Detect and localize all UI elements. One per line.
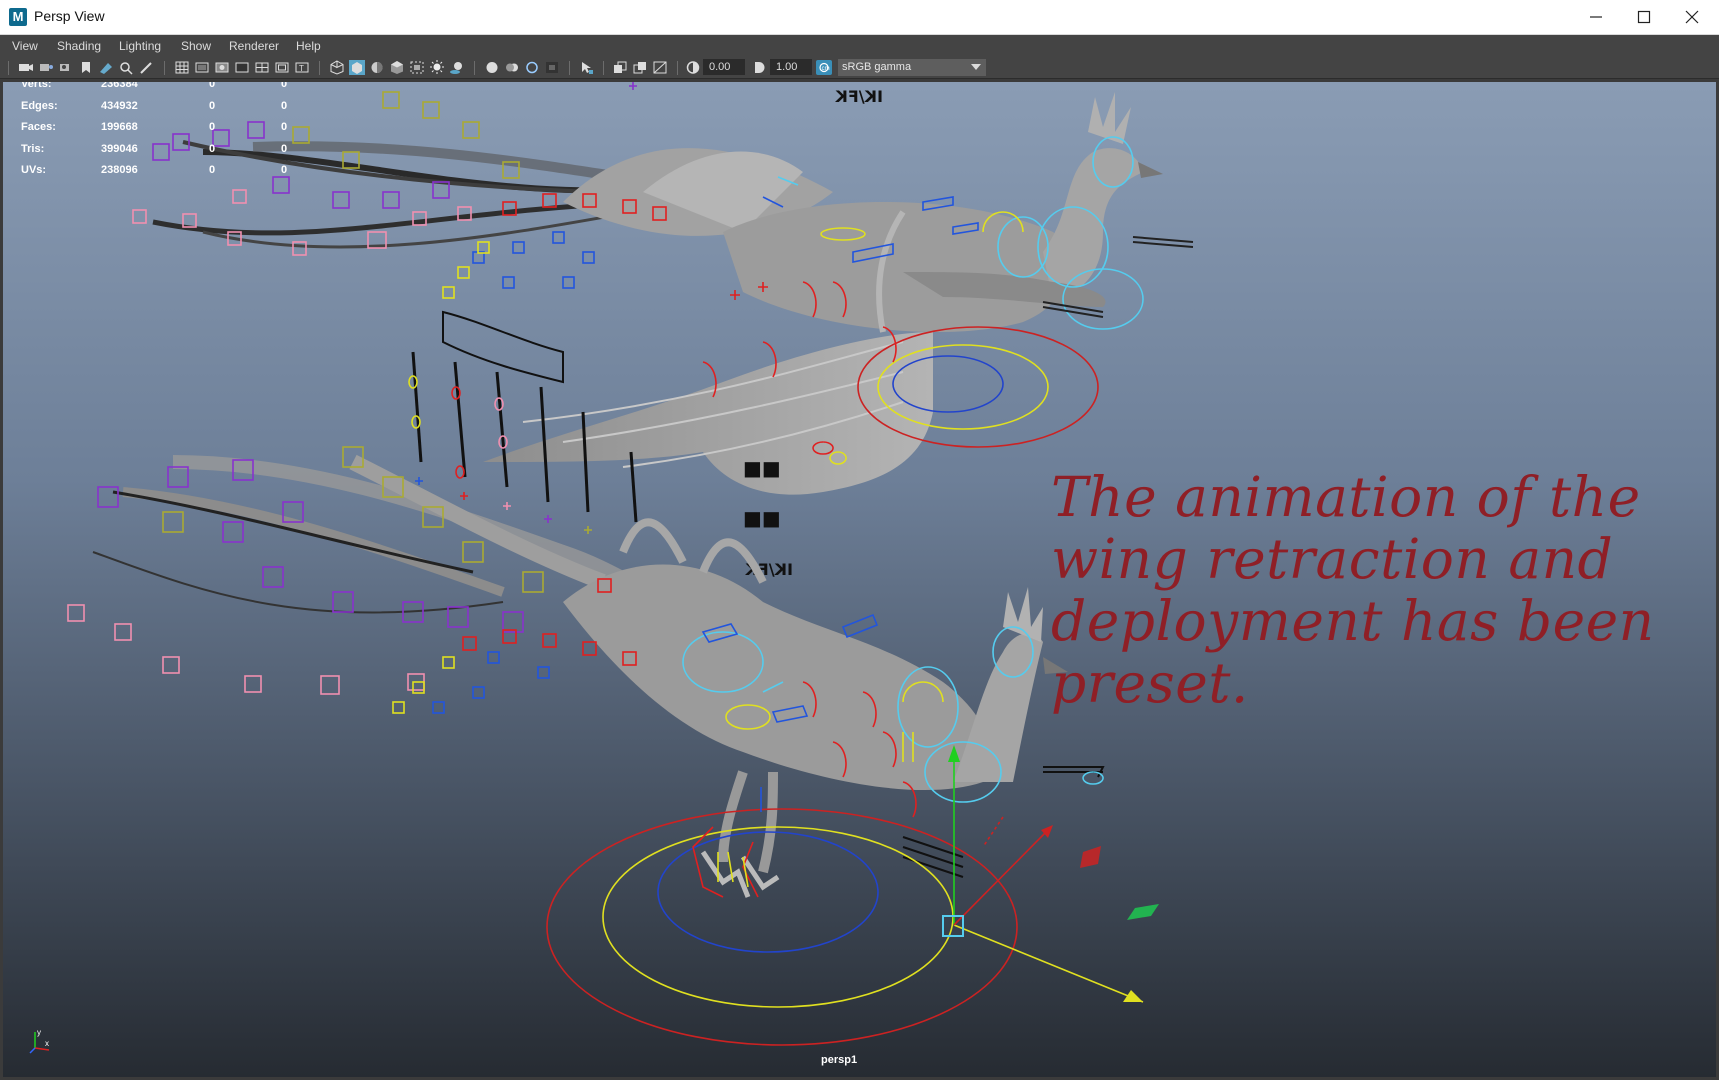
toolbar-separator (319, 61, 320, 75)
hud-value: 399046 (101, 142, 138, 155)
anti-aliasing-icon[interactable] (524, 60, 540, 75)
hud-value: 434932 (101, 99, 138, 112)
safe-title-icon[interactable]: T (294, 60, 310, 75)
hud-value-3: 0 (281, 142, 288, 155)
hud-toggle-icon[interactable] (612, 60, 628, 75)
ctrl-label-a: ■■ (743, 456, 781, 480)
hud-label: Faces: (21, 121, 56, 133)
menu-view[interactable]: View (12, 39, 38, 53)
camera-name-label: persp1 (821, 1054, 858, 1066)
camera-attributes-icon[interactable] (38, 60, 54, 75)
safe-action-icon[interactable] (274, 60, 290, 75)
hud-value: 199668 (101, 121, 138, 133)
window-title: Persp View (34, 8, 105, 24)
color-management-icon[interactable]: cm (816, 60, 832, 75)
color-space-dropdown[interactable]: sRGB gamma (838, 59, 986, 76)
hud-label: Verts: (21, 79, 52, 90)
ik-fk-label-upper: IK/FK (835, 87, 883, 106)
close-button[interactable] (1668, 0, 1716, 34)
2d-pan-zoom-icon[interactable] (118, 60, 134, 75)
menu-shading[interactable]: Shading (57, 39, 101, 53)
hide-view-icon[interactable] (652, 60, 668, 75)
depth-of-field-icon[interactable] (544, 60, 560, 75)
toolbar-separator (603, 61, 604, 75)
viewport-renderer-icon[interactable] (632, 60, 648, 75)
hud-value-3: 0 (281, 79, 288, 90)
hud-value-2: 0 (209, 99, 216, 112)
hud-value: 236384 (101, 79, 138, 90)
close-icon (1685, 10, 1699, 24)
maya-logo-icon: M (9, 8, 27, 26)
light-icon[interactable] (429, 60, 445, 75)
image-plane-icon[interactable] (98, 60, 114, 75)
toolbar-separator (569, 61, 570, 75)
title-bar: M Persp View (0, 0, 1719, 35)
minimize-icon (1590, 16, 1602, 18)
xray-icon[interactable] (409, 60, 425, 75)
panel-menu-bar: View Shading Lighting Show Renderer Help (0, 35, 1719, 57)
maya-window: M Persp View View Shading Lighting Show … (0, 0, 1719, 1080)
menu-lighting[interactable]: Lighting (119, 39, 161, 53)
caption-line: deployment has been preset. (1051, 589, 1655, 715)
hud-value-2: 0 (209, 164, 216, 176)
hud-value-3: 0 (281, 99, 288, 112)
grid-icon[interactable] (174, 60, 190, 75)
smooth-shade-icon[interactable] (349, 60, 365, 75)
caption-text: The animation of the wing retraction and… (1051, 466, 1711, 714)
wireframe-icon[interactable] (329, 60, 345, 75)
caption-line: The animation of the (1051, 465, 1641, 529)
shadow-icon[interactable] (449, 60, 465, 75)
caption-line: wing retraction and (1051, 527, 1614, 591)
texture-icon[interactable] (389, 60, 405, 75)
resolution-gate-icon[interactable] (214, 60, 230, 75)
color-space-value: sRGB gamma (842, 61, 912, 73)
bookmark-icon[interactable] (78, 60, 94, 75)
svg-text:T: T (299, 64, 304, 73)
hud-value-2: 0 (209, 142, 216, 155)
hud-label: Edges: (21, 99, 58, 112)
panel-toolbar: T 0.00 1.00 cm sRGB gamma (0, 57, 1719, 79)
toolbar-separator (8, 61, 9, 75)
svg-text:cm: cm (822, 66, 830, 72)
motion-blur-icon[interactable] (504, 60, 520, 75)
exposure-field[interactable]: 0.00 (703, 59, 745, 75)
menu-show[interactable]: Show (181, 39, 211, 53)
persp-viewport[interactable]: IK/FK ■■ ■■ IK/FK Verts: 236384 0 0 Edge… (0, 79, 1719, 1080)
hud-value: 238096 (101, 164, 138, 176)
phoenix-upper[interactable] (152, 92, 1163, 495)
bookmark-camera-icon[interactable] (58, 60, 74, 75)
dropdown-arrow-icon (971, 64, 981, 70)
hud-value-2: 0 (209, 121, 216, 133)
toolbar-separator (474, 61, 475, 75)
axis-gizmo-icon: y x (29, 1028, 50, 1054)
minimize-button[interactable] (1572, 0, 1620, 34)
hud-value-3: 0 (281, 121, 288, 133)
hud-label: UVs: (21, 164, 47, 176)
hud-label: Tris: (21, 142, 45, 155)
gamma-icon[interactable] (751, 60, 767, 75)
camera-icon[interactable] (18, 60, 34, 75)
menu-renderer[interactable]: Renderer (229, 39, 279, 53)
isolate-select-icon[interactable] (579, 60, 595, 75)
toolbar-separator (677, 61, 678, 75)
screen-space-ao-icon[interactable] (484, 60, 500, 75)
gamma-field[interactable]: 1.00 (770, 59, 812, 75)
exposure-icon[interactable] (685, 60, 701, 75)
hud-value-2: 0 (209, 79, 216, 90)
toolbar-separator (164, 61, 165, 75)
field-chart-icon[interactable] (254, 60, 270, 75)
menu-help[interactable]: Help (296, 39, 321, 53)
maximize-button[interactable] (1620, 0, 1668, 34)
maximize-icon (1637, 10, 1651, 24)
svg-text:y: y (37, 1028, 41, 1037)
default-material-icon[interactable] (369, 60, 385, 75)
grease-pencil-icon[interactable] (138, 60, 154, 75)
ctrl-label-b: ■■ (743, 506, 781, 530)
film-gate-icon[interactable] (194, 60, 210, 75)
svg-text:x: x (45, 1039, 49, 1048)
gate-mask-icon[interactable] (234, 60, 250, 75)
hud-value-3: 0 (281, 164, 288, 176)
